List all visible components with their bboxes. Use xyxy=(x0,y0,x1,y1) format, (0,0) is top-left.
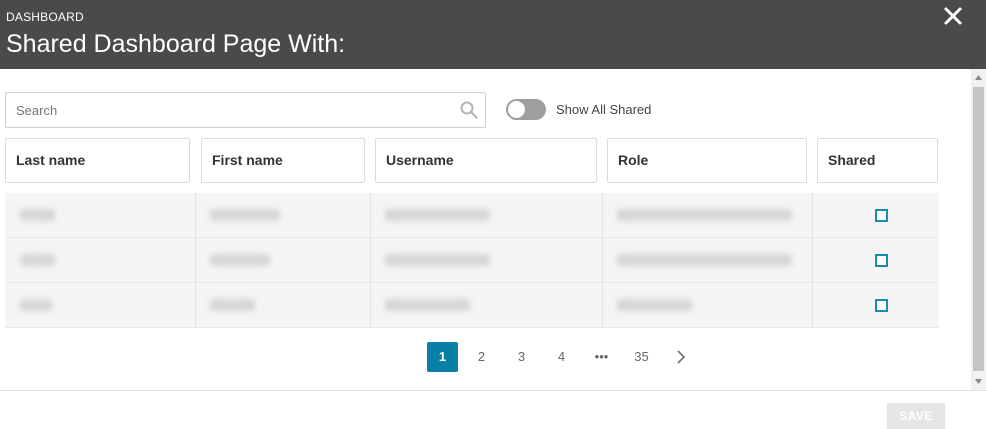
table-cell-first-name xyxy=(196,238,371,283)
column-header-username[interactable]: Username xyxy=(375,138,597,183)
redacted-text xyxy=(617,299,692,311)
redacted-text xyxy=(210,209,280,221)
table-cell-role xyxy=(603,193,813,238)
table-cell-username xyxy=(371,283,603,328)
save-button[interactable]: SAVE xyxy=(887,403,945,429)
page-3-button[interactable]: 3 xyxy=(506,342,537,372)
table-cell-first-name xyxy=(196,283,371,328)
redacted-text xyxy=(617,254,792,266)
shared-checkbox[interactable] xyxy=(875,209,888,222)
scroll-up-icon[interactable] xyxy=(974,73,983,82)
dialog-footer: SAVE xyxy=(0,390,986,429)
search-box xyxy=(5,92,486,128)
column-header-last-name[interactable]: Last name xyxy=(5,138,190,183)
table-cell-username xyxy=(371,193,603,238)
table-cell-role xyxy=(603,283,813,328)
search-input[interactable] xyxy=(6,93,446,127)
table-cell-username xyxy=(371,238,603,283)
column-header-first-name[interactable]: First name xyxy=(201,138,365,183)
dialog-kicker: DASHBOARD xyxy=(6,10,84,24)
dialog-header: DASHBOARD Shared Dashboard Page With: xyxy=(0,0,986,69)
search-icon[interactable] xyxy=(460,101,478,119)
table-cell-first-name xyxy=(196,193,371,238)
dialog-body: Show All Shared Last name First name Use… xyxy=(0,69,986,390)
show-all-shared-toggle[interactable] xyxy=(506,99,546,120)
table-cell-shared xyxy=(813,238,939,283)
shared-checkbox[interactable] xyxy=(875,254,888,267)
page-ellipsis: ••• xyxy=(594,349,609,364)
table-row xyxy=(5,283,939,328)
table-cell-last-name xyxy=(5,193,196,238)
redacted-text xyxy=(385,209,490,221)
dialog-title: Shared Dashboard Page With: xyxy=(6,30,346,58)
redacted-text xyxy=(210,254,270,266)
shared-checkbox[interactable] xyxy=(875,299,888,312)
scrollbar-thumb[interactable] xyxy=(973,87,984,371)
redacted-text xyxy=(210,299,255,311)
table-cell-role xyxy=(603,238,813,283)
vertical-scrollbar[interactable] xyxy=(971,69,986,390)
page-4-button[interactable]: 4 xyxy=(546,342,577,372)
page-1-button[interactable]: 1 xyxy=(427,342,458,372)
table-row xyxy=(5,193,939,238)
table-row xyxy=(5,238,939,283)
redacted-text xyxy=(385,254,490,266)
users-table-body xyxy=(5,193,939,329)
redacted-text xyxy=(385,299,470,311)
column-header-shared[interactable]: Shared xyxy=(817,138,938,183)
table-cell-last-name xyxy=(5,238,196,283)
table-cell-shared xyxy=(813,193,939,238)
table-cell-last-name xyxy=(5,283,196,328)
show-all-shared-label: Show All Shared xyxy=(556,102,652,117)
chevron-right-icon[interactable] xyxy=(666,342,697,372)
page-2-button[interactable]: 2 xyxy=(466,342,497,372)
page-35-button[interactable]: 35 xyxy=(626,342,657,372)
pagination: 1 2 3 4 ••• 35 xyxy=(427,342,697,372)
toggle-knob xyxy=(508,101,525,118)
redacted-text xyxy=(20,209,55,221)
column-header-role[interactable]: Role xyxy=(607,138,807,183)
table-cell-shared xyxy=(813,283,939,328)
scroll-down-icon[interactable] xyxy=(974,377,983,386)
redacted-text xyxy=(20,299,52,311)
close-icon[interactable] xyxy=(942,5,964,27)
redacted-text xyxy=(617,209,792,221)
redacted-text xyxy=(20,254,55,266)
